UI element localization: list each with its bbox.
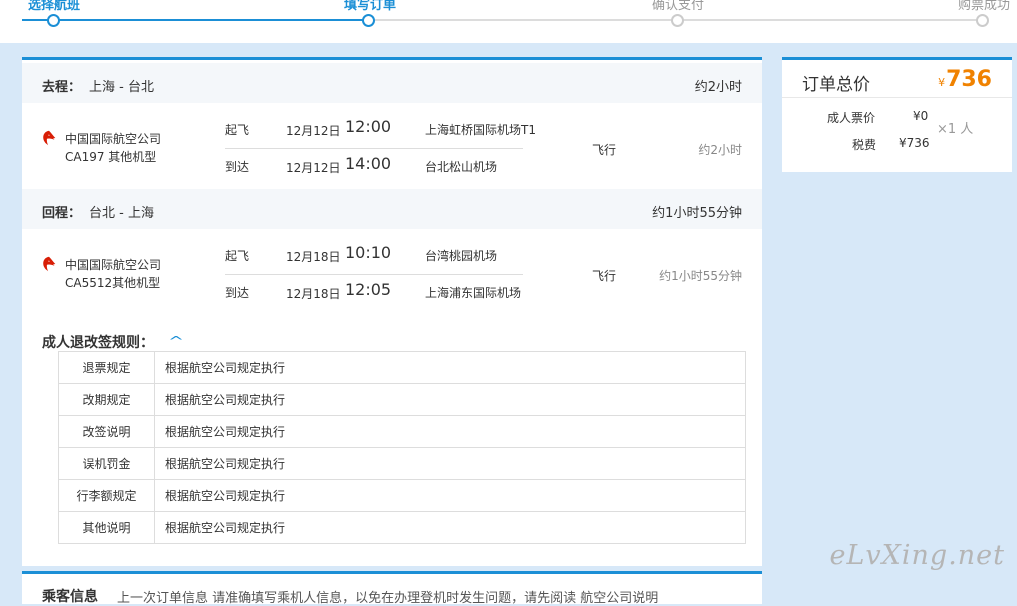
- rule-key: 行李额规定: [58, 479, 155, 512]
- departure-time: 10:10: [345, 243, 392, 262]
- departure-date: 12月12日: [286, 124, 341, 138]
- table-row: 退票规定 根据航空公司规定执行: [58, 351, 746, 384]
- chevron-up-icon[interactable]: ^: [168, 334, 184, 348]
- outbound-airline: 中国国际航空公司: [65, 132, 162, 146]
- passenger-multiplier: ×1 人: [937, 122, 974, 137]
- rule-value: 根据航空公司规定执行: [154, 415, 746, 448]
- return-header: 回程： 台北 - 上海 约1小时55分钟: [22, 189, 762, 229]
- arrival-time: 14:00: [345, 154, 392, 173]
- segment-divider: [225, 274, 523, 275]
- currency-symbol: ¥: [938, 76, 946, 89]
- step-2-dot: [362, 14, 375, 27]
- tax-value: ¥736: [899, 136, 930, 150]
- refund-rules-table: 退票规定 根据航空公司规定执行 改期规定 根据航空公司规定执行 改签说明 根据航空公司…: [58, 351, 746, 544]
- arrival-date: 12月12日: [286, 161, 341, 175]
- rule-value: 根据航空公司规定执行: [154, 383, 746, 416]
- step-4-label: 购票成功: [958, 0, 1011, 13]
- departure-airport: 台湾桃园机场: [425, 249, 498, 263]
- arrival-date: 12月18日: [286, 287, 341, 301]
- step-2-label: 填写订单: [344, 0, 397, 13]
- outbound-label: 去程：: [42, 80, 82, 95]
- step-3-label: 确认支付: [652, 0, 705, 13]
- adult-fare-value: ¥0: [913, 109, 929, 123]
- arrival-airport: 上海浦东国际机场: [425, 286, 522, 300]
- progress-track-active: [22, 19, 368, 21]
- fly-label: 飞行: [592, 269, 617, 283]
- tax-label: 税费: [852, 138, 877, 152]
- departure-keyword: 起飞: [225, 249, 250, 263]
- passenger-info-card: 乘客信息 上一次订单信息 请准确填写乘机人信息，以免在办理登机时发生问题，请先阅…: [22, 571, 762, 606]
- outbound-segment: 中国国际航空公司 CA197 其他机型 起飞 12月12日 12:00 上海虹桥…: [22, 103, 762, 189]
- fly-label: 飞行: [592, 143, 617, 157]
- return-airline: 中国国际航空公司: [65, 258, 162, 272]
- rule-value: 根据航空公司规定执行: [154, 447, 746, 480]
- refund-rules-title: 成人退改签规则：: [42, 335, 154, 351]
- outbound-route: 上海 - 台北: [89, 80, 154, 95]
- table-row: 行李额规定 根据航空公司规定执行: [58, 479, 746, 512]
- return-flight-number: CA5512其他机型: [65, 276, 161, 290]
- arrival-airport: 台北松山机场: [425, 160, 498, 174]
- rule-key: 退票规定: [58, 351, 155, 384]
- order-total-card: 订单总价 ¥736 成人票价 ¥0 税费 ¥736 ×1 人: [782, 57, 1012, 172]
- return-label: 回程：: [42, 206, 82, 221]
- table-row: 改签说明 根据航空公司规定执行: [58, 415, 746, 448]
- table-row: 误机罚金 根据航空公司规定执行: [58, 447, 746, 480]
- return-segment: 中国国际航空公司 CA5512其他机型 起飞 12月18日 10:10 台湾桃园…: [22, 229, 762, 315]
- departure-airport: 上海虹桥国际机场T1: [425, 123, 536, 137]
- passenger-info-note: 上一次订单信息 请准确填写乘机人信息，以免在办理登机时发生问题，请先阅读 航空公…: [117, 591, 659, 606]
- step-1-label[interactable]: 选择航班: [28, 0, 80, 13]
- air-china-logo-icon: [43, 256, 56, 272]
- departure-time: 12:00: [345, 117, 392, 136]
- rule-key: 改签说明: [58, 415, 155, 448]
- order-total-title: 订单总价: [802, 75, 870, 95]
- return-departure: 起飞 12月18日 10:10 台湾桃园机场: [225, 243, 555, 265]
- departure-date: 12月18日: [286, 250, 341, 264]
- outbound-departure: 起飞 12月12日 12:00 上海虹桥国际机场T1: [225, 117, 555, 139]
- passenger-info-title: 乘客信息: [42, 589, 98, 605]
- site-watermark: eLvXing.net: [829, 540, 1005, 571]
- rule-key: 其他说明: [58, 511, 155, 544]
- return-arrival: 到达 12月18日 12:05 上海浦东国际机场: [225, 280, 555, 302]
- rule-value: 根据航空公司规定执行: [154, 479, 746, 512]
- rule-value: 根据航空公司规定执行: [154, 511, 746, 544]
- segment-divider: [225, 148, 523, 149]
- arrival-time: 12:05: [345, 280, 392, 299]
- adult-fare-label: 成人票价: [827, 111, 876, 125]
- table-row: 改期规定 根据航空公司规定执行: [58, 383, 746, 416]
- table-row: 其他说明 根据航空公司规定执行: [58, 511, 746, 544]
- step-4-dot: [976, 14, 989, 27]
- flight-details-card: 去程： 上海 - 台北 约2小时 中国国际航空公司 CA197 其他机型 起飞 …: [22, 57, 762, 566]
- rule-key: 改期规定: [58, 383, 155, 416]
- outbound-duration: 约2小时: [694, 80, 742, 95]
- price-divider: [782, 97, 1012, 98]
- outbound-arrival: 到达 12月12日 14:00 台北松山机场: [225, 154, 555, 176]
- outbound-segment-duration: 约2小时: [698, 143, 742, 157]
- arrival-keyword: 到达: [225, 160, 250, 174]
- order-total-value: 736: [946, 67, 992, 92]
- progress-steps: 选择航班 填写订单 确认支付 购票成功: [0, 0, 1017, 43]
- return-segment-duration: 约1小时55分钟: [659, 269, 742, 283]
- rule-value: 根据航空公司规定执行: [154, 351, 746, 384]
- departure-keyword: 起飞: [225, 123, 250, 137]
- order-total-amount: ¥736: [938, 67, 992, 92]
- step-1-dot: [47, 14, 60, 27]
- outbound-flight-number: CA197 其他机型: [65, 150, 157, 164]
- air-china-logo-icon: [43, 130, 56, 146]
- arrival-keyword: 到达: [225, 286, 250, 300]
- step-3-dot: [671, 14, 684, 27]
- return-duration: 约1小时55分钟: [652, 206, 742, 221]
- return-route: 台北 - 上海: [89, 206, 154, 221]
- outbound-header: 去程： 上海 - 台北 约2小时: [22, 63, 762, 103]
- rule-key: 误机罚金: [58, 447, 155, 480]
